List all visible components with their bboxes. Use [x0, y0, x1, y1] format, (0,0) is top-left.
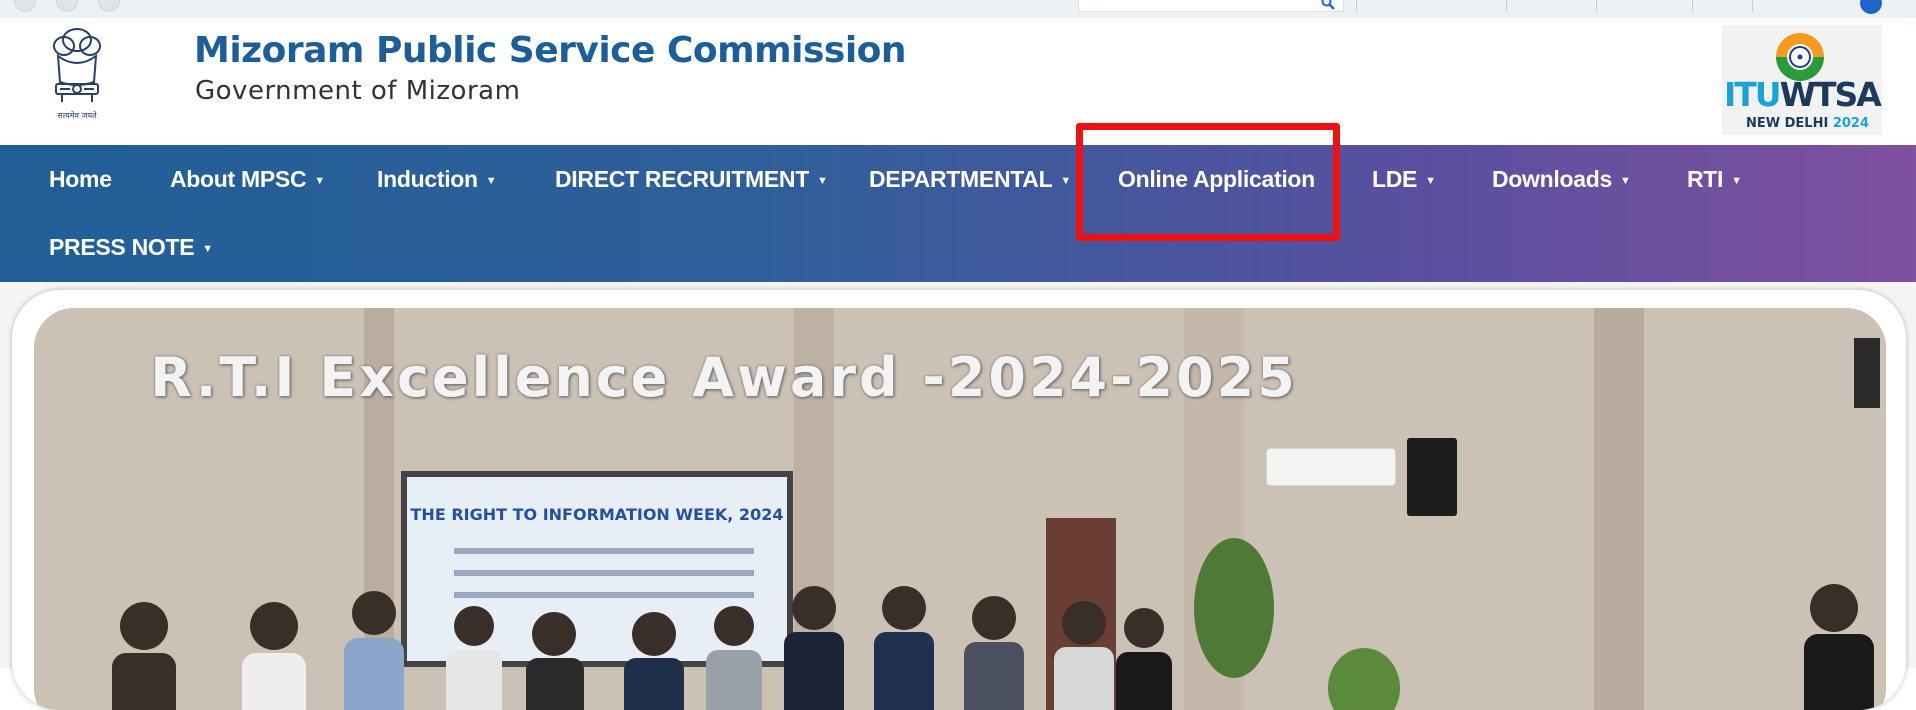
caret-down-icon: ▼ — [1425, 174, 1436, 187]
search-input[interactable] — [1078, 0, 1344, 12]
caret-down-icon: ▼ — [816, 174, 828, 187]
site-subtitle: Government of Mizoram — [195, 76, 521, 106]
nav-item-label: LDE — [1372, 165, 1418, 192]
nav-item-label: Online Application — [1118, 165, 1315, 192]
notice-board-title: THE RIGHT TO INFORMATION WEEK, 2024 — [411, 505, 784, 524]
utility-divider — [1356, 0, 1357, 12]
nav-item-direct-recruitment[interactable]: DIRECT RECRUITMENT ▼ — [555, 145, 828, 213]
utility-divider — [1596, 0, 1597, 12]
main-nav: Home About MPSC ▼ Induction ▼ DIRECT RECRU… — [0, 145, 1916, 282]
nav-item-press-note[interactable]: PRESS NOTE ▼ — [49, 213, 213, 281]
nav-item-label: PRESS NOTE — [49, 233, 195, 260]
search-icon[interactable] — [1321, 0, 1335, 10]
nav-item-label: Home — [49, 165, 112, 192]
nav-item-label: DEPARTMENTAL — [869, 165, 1053, 192]
caret-down-icon: ▼ — [485, 174, 497, 187]
emblem-caption: सत्यमेव जयते — [57, 110, 97, 120]
caret-down-icon: ▼ — [1731, 174, 1742, 187]
nav-item-online-application[interactable]: Online Application — [1118, 145, 1315, 213]
accessibility-icon[interactable] — [1860, 0, 1882, 14]
itu-city-name: NEW DELHI — [1746, 116, 1829, 131]
banner-photo[interactable]: THE RIGHT TO INFORMATION WEEK, 2024 R.T.… — [34, 308, 1886, 710]
utility-divider — [1752, 0, 1753, 12]
nav-item-about-mpsc[interactable]: About MPSC ▼ — [170, 145, 325, 213]
nav-item-label: Induction — [377, 165, 478, 192]
caret-down-icon: ▼ — [1619, 174, 1631, 187]
national-emblem-icon[interactable]: सत्यमेव जयते — [44, 26, 110, 126]
utility-divider — [1692, 0, 1693, 12]
banner-caption: R.T.I Excellence Award -2024-2025 — [150, 346, 1298, 409]
banner-frame: THE RIGHT TO INFORMATION WEEK, 2024 R.T.… — [12, 290, 1906, 710]
caret-down-icon: ▼ — [1060, 174, 1071, 187]
banner-area: THE RIGHT TO INFORMATION WEEK, 2024 R.T.… — [0, 282, 1916, 710]
utility-divider — [1506, 0, 1507, 12]
nav-item-rti[interactable]: RTI ▼ — [1687, 145, 1742, 213]
nav-item-departmental[interactable]: DEPARTMENTAL ▼ — [869, 145, 1071, 213]
utility-circle-button[interactable] — [56, 0, 78, 12]
itu-wordmark: ITUWTSA — [1724, 75, 1882, 114]
itu-city: NEW DELHI 2024 — [1746, 116, 1869, 131]
caret-down-icon: ▼ — [314, 174, 325, 187]
nav-item-label: DIRECT RECRUITMENT — [555, 165, 809, 192]
utility-circle-button[interactable] — [98, 0, 120, 12]
nav-item-label: About MPSC — [170, 165, 307, 192]
site-title[interactable]: Mizoram Public Service Commission — [194, 30, 907, 71]
site-header: सत्यमेव जयते Mizoram Public Service Comm… — [0, 18, 1916, 145]
itu-wordmark-wtsa: WTSA — [1779, 75, 1882, 114]
itu-year: 2024 — [1832, 116, 1870, 131]
nav-item-label: Downloads — [1492, 165, 1612, 192]
itu-wtsa-logo[interactable]: ITUWTSA NEW DELHI 2024 — [1722, 25, 1882, 135]
itu-wordmark-itu: ITU — [1724, 75, 1782, 114]
nav-item-downloads[interactable]: Downloads ▼ — [1492, 145, 1631, 213]
caret-down-icon: ▼ — [202, 242, 213, 255]
nav-item-label: RTI — [1687, 165, 1724, 192]
utility-circle-button[interactable] — [14, 0, 36, 12]
nav-item-lde[interactable]: LDE ▼ — [1372, 145, 1436, 213]
nav-item-home[interactable]: Home — [49, 145, 112, 213]
top-utility-bar — [0, 0, 1916, 18]
nav-item-induction[interactable]: Induction ▼ — [377, 145, 497, 213]
